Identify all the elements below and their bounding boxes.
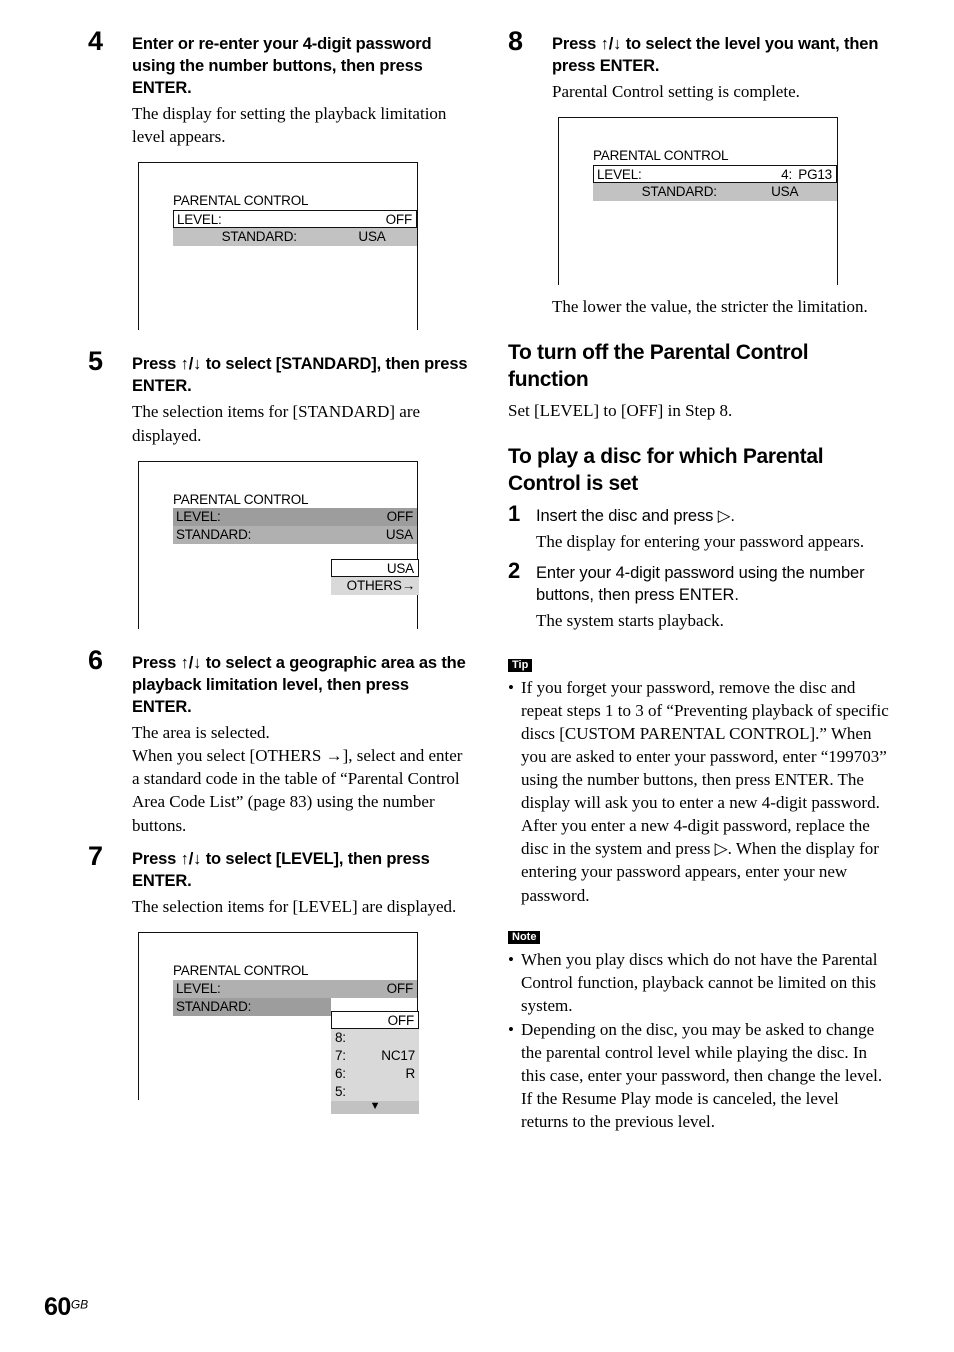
screen-3-title: PARENTAL CONTROL — [173, 963, 309, 979]
screen-3-row-standard: STANDARD: — [173, 997, 331, 1016]
note-badge: Note — [508, 930, 541, 944]
manual-page: 4 Enter or re-enter your 4-digit passwor… — [0, 0, 954, 1352]
step-7: 7 Press ↑/↓ to select [LEVEL], then pres… — [88, 843, 470, 918]
screen-3-level-label: LEVEL: — [176, 980, 221, 996]
step-5-number: 5 — [88, 346, 103, 377]
step-5: 5 Press ↑/↓ to select [STANDARD], then p… — [88, 348, 470, 446]
screen-parental-control-3: PARENTAL CONTROL LEVEL: OFF STANDARD: OF… — [138, 932, 419, 1115]
screen-4-level-rank: 4: — [781, 166, 792, 182]
screen-2-level-value: OFF — [386, 509, 414, 525]
screen-4-level-value: PG13 — [798, 166, 832, 182]
step-4: 4 Enter or re-enter your 4-digit passwor… — [88, 28, 470, 148]
step-8-title: Press ↑/↓ to select the level you want, … — [552, 35, 879, 75]
scroll-down-triangle-icon: ▼ — [331, 1101, 419, 1115]
screen-1-row-standard: STANDARD: USA — [173, 227, 417, 246]
screen-1-level-value: OFF — [385, 211, 413, 227]
note-bullet-1: When you play discs which do not have th… — [508, 948, 890, 1017]
screen-3-row-level: LEVEL: OFF — [173, 979, 417, 998]
step-8-after-screen-note: The lower the value, the stricter the li… — [552, 297, 868, 317]
screen-4-title: PARENTAL CONTROL — [593, 148, 729, 164]
play-step-1-number: 1 — [508, 501, 520, 527]
step-7-number: 7 — [88, 841, 103, 872]
level-7-name: NC17 — [381, 1048, 415, 1064]
screen-2-level-label: LEVEL: — [176, 509, 221, 525]
screen-parental-control-1: PARENTAL CONTROL LEVEL: OFF STANDARD: US… — [138, 162, 418, 331]
screen-1-standard-label: STANDARD: — [221, 228, 297, 244]
note-block: Note When you play discs which do not ha… — [508, 927, 890, 1134]
step-5-title: Press ↑/↓ to select [STANDARD], then pre… — [132, 355, 468, 396]
step-8: 8 Press ↑/↓ to select the level you want… — [508, 28, 890, 103]
screen-3-standard-label: STANDARD: — [176, 998, 252, 1014]
screen-2-row-standard: STANDARD: USA — [173, 526, 417, 545]
screen-4-level-label: LEVEL: — [597, 166, 642, 182]
level-6-rank: 6: — [335, 1066, 346, 1082]
step-8-description: Parental Control setting is complete. — [552, 81, 800, 101]
section-body-turn-off: Set [LEVEL] to [OFF] in Step 8. — [508, 401, 733, 421]
screen-2-standard-value: USA — [385, 527, 413, 543]
tip-bullet-1: If you forget your password, remove the … — [508, 676, 890, 907]
step-4-title: Enter or re-enter your 4-digit password … — [132, 35, 432, 97]
screen-2-standard-dropdown: USA OTHERS→ — [331, 558, 419, 595]
step-4-number: 4 — [88, 26, 103, 56]
note-bullet-2: Depending on the disc, you may be asked … — [508, 1018, 890, 1134]
screen-1-row-level: LEVEL: OFF — [173, 209, 417, 228]
screen-3-level-dropdown: OFF 8: 7: NC17 6: R 5: ▼ — [331, 1011, 419, 1115]
play-step-2-number: 2 — [508, 558, 520, 584]
play-step-2-title: Enter your 4-digit password using the nu… — [536, 564, 865, 605]
right-column: 8 Press ↑/↓ to select the level you want… — [508, 28, 890, 1135]
level-dropdown-selected-off: OFF — [331, 1011, 419, 1030]
screen-4-standard-label: STANDARD: — [641, 183, 717, 199]
step-6-number: 6 — [88, 644, 103, 675]
screen-2-standard-label: STANDARD: — [176, 527, 252, 543]
dropdown-option-others: OTHERS→ — [331, 576, 419, 595]
level-8-rank: 8: — [335, 1030, 346, 1046]
level-6-name: R — [405, 1066, 415, 1082]
section-heading-play-disc: To play a disc for which Parental Contro… — [508, 445, 824, 496]
page-number: 60 — [44, 1293, 71, 1321]
step-6: 6 Press ↑/↓ to select a geographic area … — [88, 646, 470, 837]
step-6-description: The area is selected. — [132, 722, 270, 742]
screen-4-row-standard: STANDARD: USA — [593, 182, 837, 201]
step-6-description-2: When you select [OTHERS →], select and e… — [132, 745, 463, 835]
page-region-suffix: GB — [70, 1297, 89, 1312]
step-8-number: 8 — [508, 26, 523, 56]
step-7-description: The selection items for [LEVEL] are disp… — [132, 896, 457, 916]
step-5-description: The selection items for [STANDARD] are d… — [132, 402, 421, 445]
left-column: 4 Enter or re-enter your 4-digit passwor… — [88, 28, 470, 1115]
screen-4-standard-value: USA — [771, 183, 799, 199]
screen-2-title: PARENTAL CONTROL — [173, 491, 309, 507]
level-dropdown-item-8: 8: — [331, 1029, 419, 1048]
play-step-1: 1 Insert the disc and press ▷. The displ… — [508, 501, 890, 553]
page-footer: 60GB — [44, 1293, 88, 1322]
screen-parental-control-4: PARENTAL CONTROL LEVEL: 4: PG13 STANDARD… — [558, 117, 838, 286]
screen-1-level-label: LEVEL: — [177, 211, 222, 227]
section-heading-turn-off: To turn off the Parental Control functio… — [508, 341, 809, 392]
level-5-rank: 5: — [335, 1084, 346, 1100]
level-dropdown-item-5: 5: — [331, 1083, 419, 1102]
step-6-title: Press ↑/↓ to select a geographic area as… — [132, 653, 466, 716]
screen-1-title: PARENTAL CONTROL — [173, 193, 309, 209]
screen-4-row-level: LEVEL: 4: PG13 — [593, 164, 837, 183]
screen-2-row-level: LEVEL: OFF — [173, 508, 417, 527]
level-7-rank: 7: — [335, 1048, 346, 1064]
play-step-1-description: The display for entering your password a… — [536, 532, 865, 552]
level-dropdown-item-6: 6: R — [331, 1065, 419, 1084]
play-step-1-title: Insert the disc and press ▷. — [536, 507, 735, 526]
step-7-title: Press ↑/↓ to select [LEVEL], then press … — [132, 850, 430, 890]
play-step-2-description: The system starts playback. — [536, 611, 724, 631]
step-4-description: The display for setting the playback lim… — [132, 103, 447, 147]
dropdown-selected-usa: USA — [331, 558, 419, 577]
screen-1-standard-value: USA — [358, 228, 386, 244]
play-step-2: 2 Enter your 4-digit password using the … — [508, 558, 890, 632]
screen-parental-control-2: PARENTAL CONTROL LEVEL: OFF STANDARD: US… — [138, 460, 419, 629]
tip-badge: Tip — [508, 658, 533, 672]
level-dropdown-item-7: 7: NC17 — [331, 1047, 419, 1066]
tip-block: Tip If you forget your password, remove … — [508, 655, 890, 907]
screen-3-level-value: OFF — [386, 980, 414, 996]
